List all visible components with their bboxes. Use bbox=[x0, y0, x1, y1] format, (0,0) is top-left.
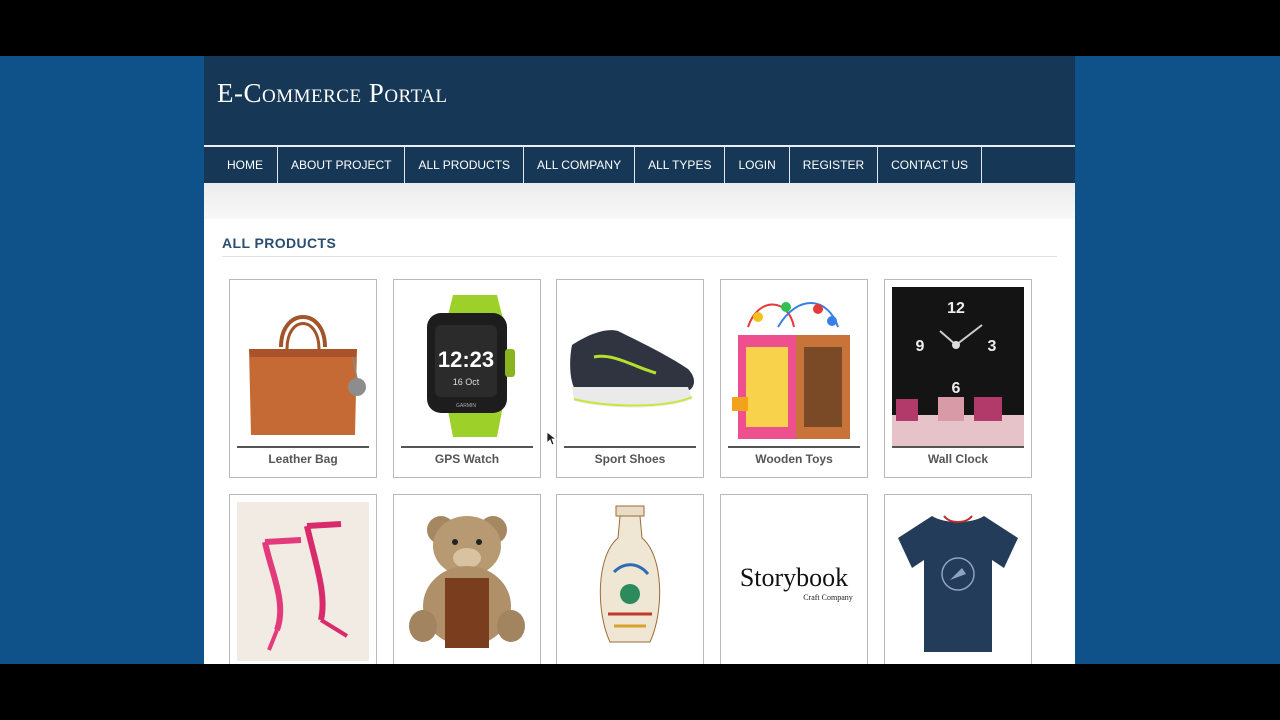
card-divider bbox=[728, 446, 860, 448]
nav-about-project[interactable]: ABOUT PROJECT bbox=[278, 147, 406, 183]
product-card-teddy-bear[interactable] bbox=[393, 494, 541, 664]
product-card-vase[interactable] bbox=[556, 494, 704, 664]
nav-contact-us[interactable]: CONTACT US bbox=[878, 147, 983, 183]
product-card-wall-clock[interactable]: 12 3 6 9 Wall Clock bbox=[884, 279, 1032, 478]
watch-time: 12:23 bbox=[438, 347, 494, 372]
gps-watch-icon: 12:23 16 Oct GARMIN bbox=[401, 287, 533, 446]
teddy-bear-icon bbox=[401, 502, 533, 661]
nav-register[interactable]: REGISTER bbox=[790, 147, 879, 183]
product-card-storybook[interactable]: Storybook Craft Company bbox=[720, 494, 868, 664]
painted-vase-icon bbox=[564, 502, 696, 661]
nav-home[interactable]: HOME bbox=[204, 147, 278, 183]
product-card-gps-watch[interactable]: 12:23 16 Oct GARMIN GPS Watch bbox=[393, 279, 541, 478]
clock-numeral-12: 12 bbox=[947, 300, 965, 317]
nav-all-types[interactable]: ALL TYPES bbox=[635, 147, 726, 183]
clock-numeral-6: 6 bbox=[952, 380, 961, 397]
product-name: Wall Clock bbox=[927, 452, 989, 466]
leather-bag-icon bbox=[237, 287, 369, 446]
nav-all-products[interactable]: ALL PRODUCTS bbox=[405, 147, 525, 183]
clock-numeral-9: 9 bbox=[916, 338, 925, 355]
product-name: Wooden Toys bbox=[755, 452, 833, 466]
product-card-heels[interactable] bbox=[229, 494, 377, 664]
sub-header-bar bbox=[204, 183, 1075, 219]
site-title[interactable]: E-Commerce Portal bbox=[217, 78, 448, 109]
card-divider bbox=[892, 446, 1024, 448]
product-card-sport-shoes[interactable]: Sport Shoes bbox=[556, 279, 704, 478]
product-name: Leather Bag bbox=[268, 452, 338, 466]
section-divider bbox=[222, 256, 1057, 257]
tshirt-icon bbox=[892, 502, 1024, 661]
product-card-wooden-toys[interactable]: Wooden Toys bbox=[720, 279, 868, 478]
sport-shoe-icon bbox=[564, 287, 696, 446]
product-name: GPS Watch bbox=[434, 452, 500, 466]
browser-viewport: E-Commerce Portal HOME ABOUT PROJECT ALL… bbox=[0, 56, 1280, 664]
watch-date: 16 Oct bbox=[453, 377, 480, 387]
web-page: E-Commerce Portal HOME ABOUT PROJECT ALL… bbox=[204, 56, 1075, 664]
wooden-toy-icon bbox=[728, 287, 860, 446]
card-divider bbox=[564, 446, 696, 448]
nav-login[interactable]: LOGIN bbox=[725, 147, 790, 183]
mouse-pointer-icon bbox=[547, 432, 557, 446]
product-card-tshirt[interactable] bbox=[884, 494, 1032, 664]
product-card-leather-bag[interactable]: Leather Bag bbox=[229, 279, 377, 478]
main-nav: HOME ABOUT PROJECT ALL PRODUCTS ALL COMP… bbox=[204, 145, 1075, 183]
wall-clock-icon: 12 3 6 9 bbox=[892, 287, 1024, 446]
watch-brand: GARMIN bbox=[456, 403, 476, 409]
site-header: E-Commerce Portal bbox=[204, 56, 1075, 145]
pink-heels-icon bbox=[237, 502, 369, 661]
products-section: ALL PRODUCTS Leather Bag 12:23 16 Oct GA… bbox=[204, 219, 1075, 664]
clock-numeral-3: 3 bbox=[988, 338, 997, 355]
nav-all-company[interactable]: ALL COMPANY bbox=[524, 147, 636, 183]
storybook-logo-text: Storybook bbox=[740, 563, 848, 592]
storybook-logo-subtext: Craft Company bbox=[803, 593, 853, 602]
product-name: Sport Shoes bbox=[594, 452, 666, 466]
card-divider bbox=[237, 446, 369, 448]
section-title: ALL PRODUCTS bbox=[222, 235, 337, 251]
card-divider bbox=[401, 446, 533, 448]
storybook-logo-icon: Storybook Craft Company bbox=[728, 502, 860, 661]
